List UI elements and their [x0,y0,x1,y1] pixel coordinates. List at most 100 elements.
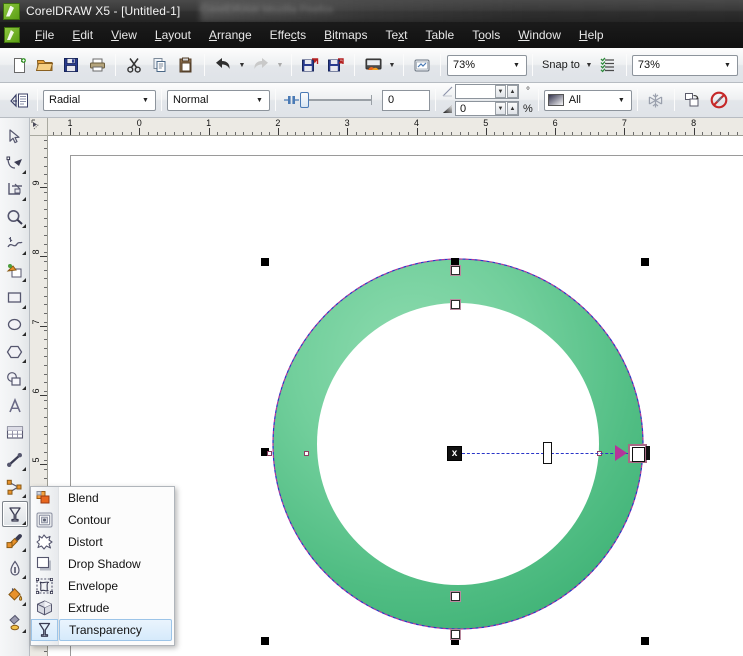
snap-to-label[interactable]: Snap to [542,59,580,71]
transparency-type-combo[interactable]: Radial ▼ [43,89,156,111]
edge-pad-spin-up[interactable]: ▲ [507,102,518,115]
tool-flyout-arrow-icon[interactable] [21,251,26,255]
tool-flyout-arrow-icon[interactable] [21,359,26,363]
tool-flyout-arrow-icon[interactable] [21,548,26,552]
new-document-button[interactable] [6,52,32,78]
tool-flyout-arrow-icon[interactable] [21,521,26,525]
tool-flyout-arrow-icon[interactable] [21,224,26,228]
ruler-origin-icon[interactable] [30,118,48,136]
envelope-icon[interactable] [31,575,58,597]
tool-flyout-arrow-icon[interactable] [21,170,26,174]
transparency-midpoint-handle[interactable] [543,442,552,464]
chevron-down-icon[interactable]: ▼ [252,92,267,109]
contour-icon[interactable] [31,509,58,531]
distort-icon[interactable] [31,531,58,553]
flyout-menu-item-contour[interactable]: Contour [59,509,174,531]
crop-tool[interactable] [2,177,28,203]
menu-item-text[interactable]: Text [376,24,416,47]
tool-flyout-arrow-icon[interactable] [21,197,26,201]
chevron-down-icon[interactable]: ▼ [720,57,735,74]
transparency-tool[interactable] [1,501,28,527]
transparency-glass-icon[interactable] [31,619,58,641]
zoom-level-combo[interactable]: 73% ▼ [447,54,527,76]
open-document-button[interactable] [32,52,58,78]
flyout-menu-item-transparency[interactable]: Transparency [59,619,172,641]
smart-fill-tool[interactable] [2,258,28,284]
flyout-menu-item-blend[interactable]: Blend [59,487,174,509]
pick-tool[interactable] [2,123,28,149]
drop-shadow-icon[interactable] [31,553,58,575]
rectangle-tool[interactable] [2,285,28,311]
menu-item-arrange[interactable]: Arrange [200,24,261,47]
transparency-node-top-outer[interactable] [450,265,461,276]
transparency-midpoint-slider[interactable] [283,92,372,108]
menu-item-effects[interactable]: Effects [261,24,315,47]
menu-item-tools[interactable]: Tools [463,24,509,47]
slider-track[interactable] [309,95,372,105]
import-button[interactable] [297,52,323,78]
transparency-node-top-inner[interactable] [450,299,461,310]
angle-spin-down[interactable]: ▼ [495,85,506,98]
application-launcher-arrow-icon[interactable]: ▼ [386,53,398,77]
save-document-button[interactable] [58,52,84,78]
undo-button[interactable] [210,52,236,78]
transparency-node-left-small-2[interactable] [304,451,309,456]
tool-flyout-arrow-icon[interactable] [21,305,26,309]
menu-item-file[interactable]: File [26,24,63,47]
blend-icon[interactable] [31,487,58,509]
menu-item-layout[interactable]: Layout [146,24,200,47]
menu-item-view[interactable]: View [102,24,146,47]
freeze-transparency-button[interactable] [643,87,669,113]
angle-field[interactable]: ▼ ▲ [455,84,519,99]
flyout-menu-item-drop-shadow[interactable]: Drop Shadow [59,553,174,575]
dimension-tool[interactable] [2,447,28,473]
application-launcher-button[interactable] [360,52,386,78]
corel-online-button[interactable] [409,52,435,78]
selection-handle-bottom-right[interactable] [641,637,649,645]
zoom-tool[interactable] [2,204,28,230]
tool-flyout-arrow-icon[interactable] [21,386,26,390]
angle-spin-up[interactable]: ▲ [507,85,518,98]
chevron-down-icon[interactable]: ▼ [614,92,629,109]
shape-edit-tool[interactable] [2,150,28,176]
transparency-node-left-small[interactable] [267,451,272,456]
apply-target-combo[interactable]: All ▼ [543,89,632,111]
undo-dropdown-arrow-icon[interactable]: ▼ [236,53,248,77]
clear-transparency-button[interactable] [706,87,732,113]
options-list-button[interactable] [595,52,621,78]
transparency-start-handle[interactable]: x [447,446,462,461]
selection-handle-top-center[interactable] [451,258,459,266]
transparency-node-bottom-inner[interactable] [450,591,461,602]
tool-flyout-arrow-icon[interactable] [21,467,26,471]
interactive-fill-tool[interactable] [2,609,28,635]
tool-flyout-arrow-icon[interactable] [21,278,26,282]
flyout-menu-item-envelope[interactable]: Envelope [59,575,174,597]
effects-tool-flyout-menu[interactable]: Blend Contour Distort Drop Shadow Envelope Ex… [30,486,175,646]
copy-transparency-button[interactable] [680,87,706,113]
polygon-tool[interactable] [2,339,28,365]
menu-item-help[interactable]: Help [570,24,613,47]
slider-thumb[interactable] [300,92,309,108]
copy-button[interactable] [147,52,173,78]
tool-flyout-arrow-icon[interactable] [21,332,26,336]
chevron-down-icon[interactable]: ▼ [509,57,524,74]
green-ring-shape[interactable] [270,256,646,632]
tool-flyout-arrow-icon[interactable] [21,602,26,606]
flyout-menu-item-distort[interactable]: Distort [59,531,174,553]
paste-button[interactable] [173,52,199,78]
export-button[interactable] [323,52,349,78]
zoom-level-combo-secondary[interactable]: 73% ▼ [631,54,738,76]
print-button[interactable] [84,52,110,78]
flyout-menu-item-extrude[interactable]: Extrude [59,597,174,619]
cut-button[interactable] [121,52,147,78]
edge-pad-spin-down[interactable]: ▼ [495,102,506,115]
menu-item-table[interactable]: Table [417,24,464,47]
tool-flyout-arrow-icon[interactable] [21,629,26,633]
extrude-cube-icon[interactable] [31,597,58,619]
transparency-end-handle[interactable] [628,444,647,463]
redo-dropdown-arrow-icon[interactable]: ▼ [274,53,286,77]
fill-tool[interactable] [2,582,28,608]
snap-to-dropdown-arrow-icon[interactable]: ▼ [583,53,595,77]
edge-pad-field[interactable]: 0 ▼ ▲ [455,101,519,116]
selection-handle-top-left[interactable] [261,258,269,266]
